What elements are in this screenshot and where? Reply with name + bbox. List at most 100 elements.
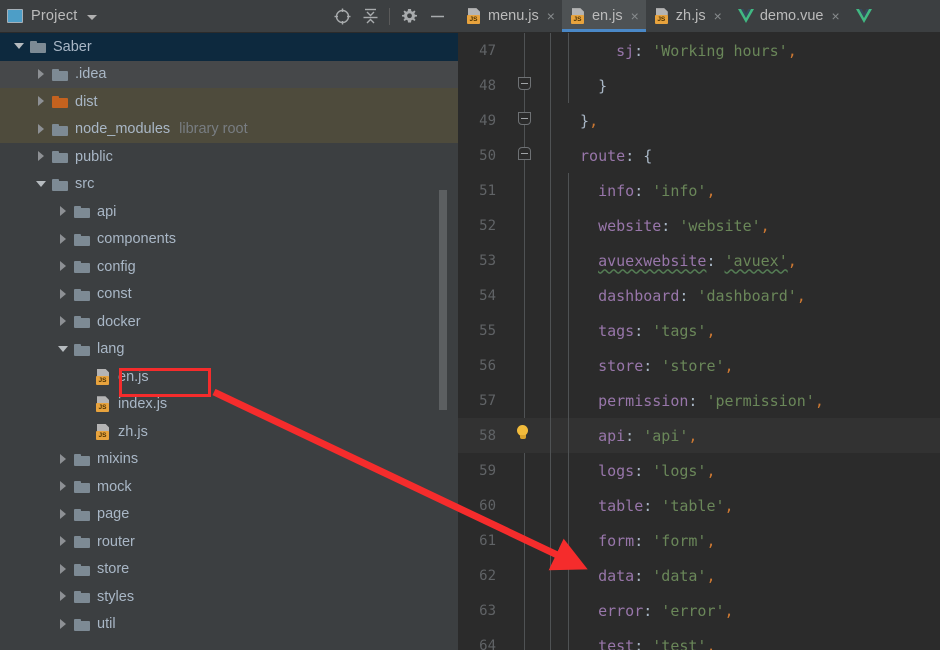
tree-item-router[interactable]: router [0,528,458,556]
collapse-all-icon[interactable] [356,3,384,31]
editor-tab-demo-vue[interactable]: demo.vue × [729,0,847,32]
code-line[interactable]: 63 error: 'error', [458,593,940,628]
code-line[interactable]: 61 form: 'form', [458,523,940,558]
chevron-right-icon[interactable] [58,288,69,300]
gutter-markers[interactable] [502,628,546,650]
chevron-right-icon[interactable] [36,96,47,107]
chevron-down-icon[interactable] [14,41,25,52]
code-fold-toggle[interactable] [518,112,531,125]
tree-item-dist[interactable]: dist [0,88,458,116]
code-line[interactable]: 51 info: 'info', [458,173,940,208]
chevron-down-icon[interactable] [36,179,47,190]
editor-tab-menu-js[interactable]: JS menu.js × [458,0,562,32]
crosshair-target-icon[interactable] [328,3,356,31]
tree-item-en-js[interactable]: en.js [0,363,458,391]
tree-item-node-modules[interactable]: node_modules library root [0,115,458,143]
close-icon[interactable]: × [631,9,639,23]
tree-item-store[interactable]: store [0,556,458,584]
gutter-markers[interactable] [502,418,546,453]
tree-item-public[interactable]: public [0,143,458,171]
tree-item-src[interactable]: src [0,171,458,199]
chevron-right-icon[interactable] [58,453,69,465]
chevron-right-icon[interactable] [58,233,69,245]
chevron-right-icon[interactable] [58,261,69,272]
code-line[interactable]: 48} [458,68,940,103]
gutter-markers[interactable] [502,523,546,558]
project-file-tree[interactable]: Saber .idea dist node_modules library root pu… [0,33,458,650]
tree-item-config[interactable]: config [0,253,458,281]
gutter-markers[interactable] [502,488,546,523]
tree-item-components[interactable]: components [0,226,458,254]
code-line[interactable]: 59 logs: 'logs', [458,453,940,488]
code-line[interactable]: 53 avuexwebsite: 'avuex', [458,243,940,278]
intention-bulb-icon[interactable] [516,425,528,440]
chevron-right-icon[interactable] [58,316,69,327]
gutter-markers[interactable] [502,278,546,313]
code-line[interactable]: 50 route: { [458,138,940,173]
tree-item-mock[interactable]: mock [0,473,458,501]
gutter-markers[interactable] [502,208,546,243]
close-icon[interactable]: × [714,9,722,23]
chevron-down-icon[interactable] [58,344,69,355]
code-line[interactable]: 49}, [458,103,940,138]
tree-item-saber[interactable]: Saber [0,33,458,61]
code-line[interactable]: 47 sj: 'Working hours', [458,33,940,68]
code-line[interactable]: 54 dashboard: 'dashboard', [458,278,940,313]
chevron-right-icon[interactable] [58,508,69,520]
editor-tab-overflow[interactable] [847,0,885,32]
code-line[interactable]: 52 website: 'website', [458,208,940,243]
gutter-markers[interactable] [502,558,546,593]
gear-icon[interactable] [395,3,423,31]
tree-item-lang[interactable]: lang [0,336,458,364]
tree-scrollbar[interactable] [439,190,447,410]
chevron-right-icon[interactable] [36,123,47,135]
code-line[interactable]: 62 data: 'data', [458,558,940,593]
gutter-markers[interactable] [502,453,546,488]
chevron-right-icon[interactable] [58,563,69,575]
code-line[interactable]: 57 permission: 'permission', [458,383,940,418]
chevron-right-icon[interactable] [36,151,47,162]
tree-item-zh-js[interactable]: zh.js [0,418,458,446]
editor-tab-en-js[interactable]: JS en.js × [561,0,646,32]
code-editor[interactable]: 47 sj: 'Working hours', 48} 49}, 50 route: {5… [458,33,940,650]
chevron-right-icon[interactable] [58,206,69,217]
chevron-right-icon[interactable] [58,591,69,602]
tree-item-index-js[interactable]: index.js [0,391,458,419]
code-colon: : [634,531,653,550]
close-icon[interactable]: × [547,9,555,23]
chevron-right-icon[interactable] [58,618,69,630]
chevron-right-icon[interactable] [58,481,69,492]
tree-item-page[interactable]: page [0,501,458,529]
editor-tab-bar[interactable]: JS menu.js × JS en.js × JS zh.js × demo.vue × [458,0,940,33]
chevron-right-icon[interactable] [36,68,47,80]
chevron-right-icon[interactable] [58,536,69,547]
gutter-markers[interactable] [502,138,546,173]
code-line[interactable]: 64 test: 'test', [458,628,940,650]
code-line[interactable]: 58 api: 'api', [458,418,940,453]
gutter-markers[interactable] [502,103,546,138]
editor-tab-zh-js[interactable]: JS zh.js × [646,0,729,32]
tree-item-styles[interactable]: styles [0,583,458,611]
gutter-markers[interactable] [502,243,546,278]
code-line[interactable]: 60 table: 'table', [458,488,940,523]
gutter-markers[interactable] [502,383,546,418]
chevron-down-icon[interactable] [86,15,97,20]
gutter-markers[interactable] [502,593,546,628]
code-line[interactable]: 56 store: 'store', [458,348,940,383]
close-icon[interactable]: × [832,9,840,23]
gutter-markers[interactable] [502,173,546,208]
tree-item-docker[interactable]: docker [0,308,458,336]
tree-item--idea[interactable]: .idea [0,60,458,88]
code-line[interactable]: 55 tags: 'tags', [458,313,940,348]
gutter-markers[interactable] [502,68,546,103]
gutter-markers[interactable] [502,33,546,68]
gutter-markers[interactable] [502,313,546,348]
minimize-icon[interactable] [423,3,451,31]
tree-item-const[interactable]: const [0,281,458,309]
tree-item-api[interactable]: api [0,198,458,226]
tree-item-util[interactable]: util [0,611,458,639]
tree-item-mixins[interactable]: mixins [0,446,458,474]
code-fold-toggle[interactable] [518,77,531,90]
gutter-markers[interactable] [502,348,546,383]
code-fold-toggle[interactable] [518,147,531,160]
